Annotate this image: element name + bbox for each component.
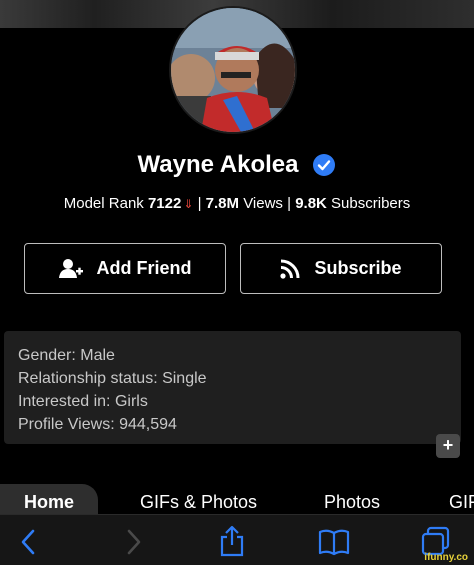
tab-gif[interactable]: GIF: [449, 484, 474, 514]
profile-name-row: Wayne Akolea: [0, 150, 474, 180]
stats-separator: |: [197, 195, 202, 212]
rank-value: 7122: [147, 195, 182, 212]
views-label: Views: [243, 195, 283, 212]
verified-check-icon: [313, 154, 336, 176]
add-friend-label: Add Friend: [96, 258, 192, 278]
expand-info-button[interactable]: +: [436, 434, 460, 458]
avatar[interactable]: [169, 6, 297, 134]
profile-tabs: Home GIFs & Photos Photos GIF: [0, 484, 474, 514]
views-value: 7.8M: [205, 195, 240, 212]
add-user-icon: [58, 258, 83, 278]
forward-chevron-icon[interactable]: [124, 528, 144, 556]
tab-photos[interactable]: Photos: [324, 484, 380, 514]
rank-down-chevron-icon: ⇓: [183, 197, 194, 211]
subscribe-button[interactable]: Subscribe: [240, 243, 442, 294]
browser-toolbar: [0, 514, 474, 565]
add-friend-button[interactable]: Add Friend: [24, 243, 226, 294]
tab-gifs-photos[interactable]: GIFs & Photos: [140, 484, 257, 514]
gender-info: Gender: Male: [18, 347, 115, 364]
subscribers-label: Subscribers: [331, 195, 411, 212]
avatar-photo: [171, 8, 295, 132]
subscribe-label: Subscribe: [314, 258, 402, 278]
interested-info: Interested in: Girls: [18, 393, 148, 410]
watermark: ifunny.co: [424, 552, 468, 563]
relationship-info: Relationship status: Single: [18, 370, 207, 387]
back-chevron-icon[interactable]: [18, 528, 38, 556]
profile-views-info: Profile Views: 944,594: [18, 416, 177, 433]
profile-name: Wayne Akolea: [137, 151, 299, 178]
tab-home[interactable]: Home: [0, 484, 98, 514]
subscribers-value: 9.8K: [295, 195, 327, 212]
rss-feed-icon: [280, 259, 300, 279]
share-icon[interactable]: [218, 525, 246, 557]
profile-info-panel: Gender: Male Relationship status: Single…: [4, 331, 461, 444]
stats-separator: |: [287, 195, 292, 212]
bookmarks-book-icon[interactable]: [318, 528, 350, 556]
profile-stats: Model Rank 7122 ⇓ | 7.8M Views | 9.8K Sub…: [0, 195, 474, 212]
rank-label: Model Rank: [63, 195, 144, 212]
